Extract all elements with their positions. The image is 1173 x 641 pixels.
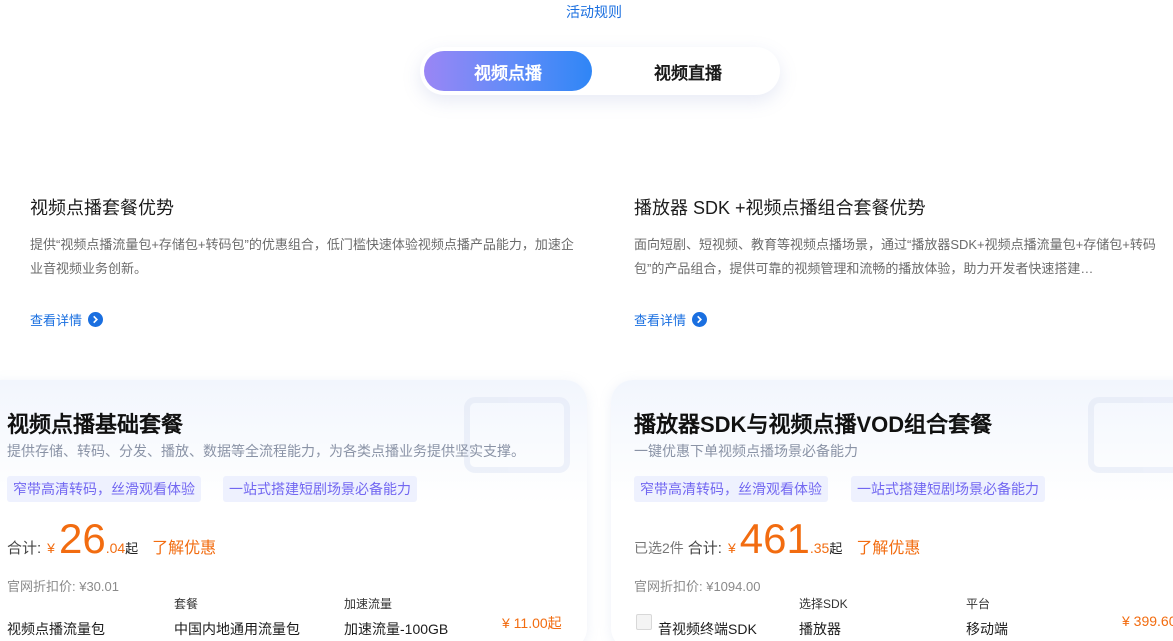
package-select[interactable]: 中国内地通用流量包 xyxy=(174,619,300,639)
advantage-description: 提供“视频点播流量包+存储包+转码包”的优惠组合，低门槛快速体验视频点播产品能力… xyxy=(30,237,574,276)
traffic-select[interactable]: 加速流量-100GB xyxy=(344,619,448,639)
price-decimal: .35 xyxy=(809,540,830,556)
feature-tag: 一站式搭建短剧场景必备能力 xyxy=(223,476,417,502)
selected-count: 已选2件 xyxy=(634,540,684,556)
feature-tag: 一站式搭建短剧场景必备能力 xyxy=(851,476,1045,502)
sdk-select[interactable]: 播放器 xyxy=(799,619,841,639)
decorative-pattern-icon xyxy=(464,397,570,473)
learn-discount-link[interactable]: 了解优惠 xyxy=(856,534,920,558)
price-decimal: .04 xyxy=(105,540,126,556)
advantage-title: 播放器 SDK +视频点播组合套餐优势 xyxy=(634,198,926,218)
tab-live-streaming[interactable]: 视频直播 xyxy=(604,51,772,91)
item-price: ¥ 11.00起 xyxy=(502,615,562,631)
view-details-label: 查看详情 xyxy=(30,313,83,328)
vod-advantage-section: 视频点播套餐优势 提供“视频点播流量包+存储包+转码包”的优惠组合，低门槛快速体… xyxy=(30,196,575,328)
view-details-link[interactable]: 查看详情 xyxy=(30,310,104,329)
feature-tag: 窄带高清转码，丝滑观看体验 xyxy=(7,476,201,502)
vod-basic-package-card: 视频点播基础套餐 提供存储、转码、分发、播放、数据等全流程能力，为各类点播业务提… xyxy=(0,380,587,641)
package-subtitle: 一键优惠下单视频点播场景必备能力 xyxy=(634,443,858,459)
player-sdk-advantage-section: 播放器 SDK +视频点播组合套餐优势 面向短剧、短视频、教育等视频点播场景，通… xyxy=(634,196,1173,328)
item-name: 音视频终端SDK xyxy=(658,621,757,637)
currency-symbol: ¥ xyxy=(727,540,736,556)
spec-header: 选择SDK xyxy=(799,597,848,611)
sdk-checkbox[interactable] xyxy=(636,614,652,630)
currency-symbol: ¥ xyxy=(47,540,55,556)
sdk-vod-combo-package-card: 播放器SDK与视频点播VOD组合套餐 一键优惠下单视频点播场景必备能力 窄带高清… xyxy=(611,380,1173,641)
price-integer: 26 xyxy=(58,515,106,562)
official-discount-price: 官网折扣价: ¥1094.00 xyxy=(634,579,761,594)
price-row: 合计: ¥ 26 .04 起 了解优惠 xyxy=(7,516,216,562)
price-integer: 461 xyxy=(739,515,810,562)
product-tabs: 视频点播 视频直播 xyxy=(420,47,780,95)
view-details-label: 查看详情 xyxy=(634,313,687,328)
price-suffix: 起 xyxy=(829,541,843,556)
total-label: 合计: xyxy=(687,540,722,557)
advantage-title: 视频点播套餐优势 xyxy=(30,198,174,218)
chevron-right-icon xyxy=(692,312,708,327)
official-discount-price: 官网折扣价: ¥30.01 xyxy=(7,579,119,594)
platform-select[interactable]: 移动端 xyxy=(966,619,1008,639)
tab-video-on-demand[interactable]: 视频点播 xyxy=(424,51,592,91)
price-row: 已选2件 合计: ¥ 461 .35 起 了解优惠 xyxy=(634,516,920,562)
view-details-link[interactable]: 查看详情 xyxy=(634,310,708,329)
chevron-right-icon xyxy=(88,312,104,327)
total-label: 合计: xyxy=(7,540,42,557)
advantage-description: 面向短剧、短视频、教育等视频点播场景，通过“播放器SDK+视频点播流量包+存储包… xyxy=(634,237,1156,276)
item-price: ¥ 399.60 xyxy=(1122,613,1173,629)
package-subtitle: 提供存储、转码、分发、播放、数据等全流程能力，为各类点播业务提供坚实支撑。 xyxy=(7,443,525,459)
price-suffix: 起 xyxy=(125,541,139,556)
decorative-pattern-icon xyxy=(1088,397,1173,473)
package-title: 播放器SDK与视频点播VOD组合套餐 xyxy=(634,412,993,437)
feature-tag: 窄带高清转码，丝滑观看体验 xyxy=(634,476,828,502)
spec-header: 套餐 xyxy=(174,597,199,611)
package-title: 视频点播基础套餐 xyxy=(7,412,184,437)
item-name: 视频点播流量包 xyxy=(7,621,105,637)
spec-header: 平台 xyxy=(966,597,991,611)
spec-header: 加速流量 xyxy=(344,597,393,611)
learn-discount-link[interactable]: 了解优惠 xyxy=(152,534,216,558)
activity-rules-link[interactable]: 活动规则 xyxy=(566,2,622,22)
